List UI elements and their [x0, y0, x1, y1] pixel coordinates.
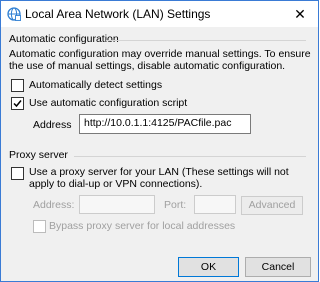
bypass-local-label[interactable]: Bypass proxy server for local addresses: [49, 220, 235, 232]
title-bar: Local Area Network (LAN) Settings ✕: [1, 1, 318, 27]
proxy-address-input[interactable]: [79, 195, 155, 214]
network-globe-icon: [7, 7, 21, 21]
window-title: Local Area Network (LAN) Settings: [25, 7, 211, 21]
cancel-button[interactable]: Cancel: [245, 257, 311, 277]
auto-config-description: Automatic configuration may override man…: [9, 48, 311, 72]
proxy-divider: [74, 156, 306, 157]
auto-config-script-checkbox[interactable]: [11, 97, 24, 110]
auto-config-script-label[interactable]: Use automatic configuration script: [29, 97, 187, 109]
proxy-server-heading: Proxy server: [9, 149, 68, 161]
proxy-port-label: Port:: [164, 199, 187, 211]
advanced-button[interactable]: Advanced: [241, 196, 303, 215]
config-address-input[interactable]: http://10.0.1.1:4125/PACfile.pac: [79, 114, 251, 134]
close-button[interactable]: ✕: [282, 1, 318, 27]
lan-settings-dialog: Local Area Network (LAN) Settings ✕ Auto…: [0, 0, 319, 282]
auto-config-heading: Automatic configuration: [9, 33, 119, 45]
auto-config-divider: [106, 40, 306, 41]
use-proxy-label[interactable]: Use a proxy server for your LAN (These s…: [29, 166, 309, 190]
auto-detect-label[interactable]: Automatically detect settings: [29, 79, 162, 91]
use-proxy-checkbox[interactable]: [11, 167, 24, 180]
auto-detect-checkbox[interactable]: [11, 79, 24, 92]
bypass-local-checkbox[interactable]: [33, 220, 46, 233]
close-icon: ✕: [294, 6, 306, 22]
proxy-port-input[interactable]: [194, 195, 236, 214]
ok-button[interactable]: OK: [178, 257, 239, 277]
config-address-label: Address: [33, 119, 72, 131]
checkmark-icon: [13, 100, 22, 108]
proxy-address-label: Address:: [33, 199, 75, 211]
